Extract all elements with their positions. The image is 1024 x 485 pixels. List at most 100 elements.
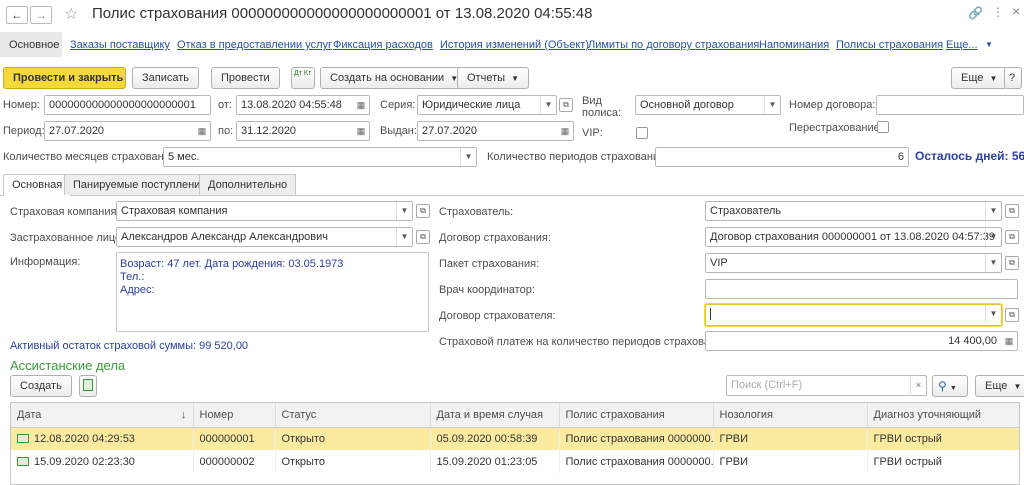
clear-icon[interactable]: ×	[910, 376, 926, 394]
chevron-down-icon[interactable]: ▼	[540, 96, 556, 114]
nav-main-label[interactable]: Основное	[9, 39, 59, 51]
from-date-field[interactable]: 13.08.2020 04:55:48 ▦	[236, 95, 370, 115]
open-icon[interactable]: ⧉	[416, 204, 430, 218]
calculator-icon[interactable]: ▦	[1001, 332, 1017, 350]
tab-main[interactable]: Основная	[3, 174, 72, 196]
vip-checkbox[interactable]	[636, 127, 648, 139]
table-row[interactable]: 15.09.2020 02:23:30 000000002 Открыто 15…	[11, 450, 1019, 473]
create-button[interactable]: Создать	[10, 375, 72, 397]
reports-button[interactable]: Отчеты ▼	[457, 67, 530, 89]
create-based-button[interactable]: Создать на основании ▼	[320, 67, 469, 89]
column-header[interactable]: Статус	[275, 403, 431, 428]
more-button[interactable]: Еще ▼	[951, 67, 1008, 89]
months-field[interactable]: 5 мес. ▼	[163, 147, 477, 167]
back-button[interactable]: ←	[6, 6, 28, 24]
calendar-icon[interactable]: ▦	[353, 96, 369, 114]
months-value: 5 мес.	[168, 151, 200, 163]
document-icon	[83, 379, 93, 391]
table-cell: ГРВИ острый	[867, 450, 1019, 473]
contract-field[interactable]: Договор страхования 000000001 от 13.08.2…	[705, 227, 1002, 247]
more-icon[interactable]: ⋮	[992, 5, 1004, 19]
number-field[interactable]: 000000000000000000000001	[44, 95, 211, 115]
column-header[interactable]: Диагноз уточняющий	[867, 403, 1019, 428]
reinsurance-checkbox[interactable]	[877, 121, 889, 133]
calendar-icon[interactable]: ▦	[353, 122, 369, 140]
chevron-down-icon[interactable]: ▼	[985, 254, 1001, 272]
chevron-down-icon[interactable]: ▼	[985, 228, 1001, 246]
link-icon[interactable]: 🔗	[968, 6, 983, 20]
ph-contract-field[interactable]: ▼	[705, 304, 1002, 326]
nav-link-more[interactable]: Еще...	[946, 39, 978, 51]
help-button[interactable]: ?	[1004, 67, 1022, 89]
company-field[interactable]: Страховая компания ▼	[116, 201, 413, 221]
search-input[interactable]: Поиск (Ctrl+F) ×	[726, 375, 927, 396]
close-icon[interactable]: ×	[1012, 3, 1020, 19]
open-icon[interactable]: ⧉	[1005, 256, 1019, 270]
search-button[interactable]: ⚲ ▼	[932, 375, 968, 397]
table-cell: Полис страхования 0000000...	[559, 450, 714, 473]
save-button[interactable]: Записать	[132, 67, 200, 89]
chevron-down-icon[interactable]: ▼	[985, 305, 1001, 323]
open-icon[interactable]: ⧉	[1005, 308, 1019, 322]
contract-number-field[interactable]	[876, 95, 1024, 115]
star-icon[interactable]: ☆	[64, 4, 78, 24]
nav-link-history[interactable]: История изменений (Объект)	[440, 39, 589, 51]
period-end-field[interactable]: 31.12.2020 ▦	[236, 121, 370, 141]
nav-link-service-refusal[interactable]: Отказ в предоставлении услуг	[177, 39, 332, 51]
open-icon[interactable]: ⧉	[1005, 230, 1019, 244]
open-icon[interactable]: ⧉	[559, 98, 573, 112]
tab-additional[interactable]: Дополнительно	[199, 174, 297, 195]
table-row[interactable]: 12.08.2020 04:29:53 000000001 Открыто 05…	[11, 427, 1019, 450]
column-header[interactable]: Нозология	[713, 403, 868, 428]
assist-more-label: Еще	[985, 380, 1008, 392]
nav-link-reminders[interactable]: Напоминания	[759, 39, 829, 51]
column-header[interactable]: Номер	[193, 403, 276, 428]
insured-field[interactable]: Александров Александр Александрович ▼	[116, 227, 413, 247]
open-icon[interactable]: ⧉	[416, 230, 430, 244]
info-line: Тел.:	[120, 271, 145, 283]
column-header[interactable]: Дата ↓	[11, 403, 194, 428]
series-field[interactable]: Юридические лица ▼	[417, 95, 557, 115]
chevron-down-icon[interactable]: ▼	[985, 202, 1001, 220]
dtkt-button[interactable]: Дт Кт	[291, 67, 315, 89]
nav-link-expenses[interactable]: Фиксация расходов	[333, 39, 433, 51]
doctor-field[interactable]	[705, 279, 1018, 299]
period-start-field[interactable]: 27.07.2020 ▦	[44, 121, 211, 141]
post-and-close-button[interactable]: Провести и закрыть	[3, 67, 126, 89]
nav-link-policies[interactable]: Полисы страхования	[836, 39, 943, 51]
days-left: Осталось дней: 56	[915, 149, 1024, 163]
contract-number-label: Номер договора:	[789, 99, 876, 111]
assist-more-button[interactable]: Еще ▼	[975, 375, 1024, 397]
policyholder-field[interactable]: Страхователь ▼	[705, 201, 1002, 221]
table-cell: Открыто	[275, 427, 431, 450]
table-cell: 000000001	[193, 427, 276, 450]
periods-field[interactable]: 6	[655, 147, 909, 167]
table-header: Дата ↓ Номер Статус Дата и время случая …	[11, 403, 1019, 428]
chevron-down-icon[interactable]: ▼	[764, 96, 780, 114]
table-cell: ГРВИ	[713, 450, 868, 473]
tab-planned-income[interactable]: Панируемые поступления	[64, 174, 216, 195]
nav-link-supplier-orders[interactable]: Заказы поставщику	[70, 39, 170, 51]
nav-link-limits[interactable]: Лимиты по договору страхования	[588, 39, 759, 51]
assist-title: Ассистанские дела	[10, 358, 126, 373]
add-document-button[interactable]	[79, 375, 97, 397]
post-button[interactable]: Провести	[211, 67, 280, 89]
chevron-down-icon[interactable]: ▼	[460, 148, 476, 166]
company-label: Страховая компания:	[10, 206, 120, 218]
period-label: Период:	[3, 125, 45, 137]
open-icon[interactable]: ⧉	[1005, 204, 1019, 218]
payment-field[interactable]: 14 400,00 ▦	[705, 331, 1018, 351]
insured-label: Застрахованное лицо:	[10, 232, 125, 244]
table-cell: 000000002	[193, 450, 276, 473]
forward-button[interactable]: →	[30, 6, 52, 24]
package-field[interactable]: VIP ▼	[705, 253, 1002, 273]
calendar-icon[interactable]: ▦	[194, 122, 210, 140]
calendar-icon[interactable]: ▦	[557, 122, 573, 140]
column-header[interactable]: Дата и время случая	[430, 403, 560, 428]
chevron-down-icon[interactable]: ▼	[396, 228, 412, 246]
number-label: Номер:	[3, 99, 40, 111]
policy-type-field[interactable]: Основной договор ▼	[635, 95, 781, 115]
chevron-down-icon[interactable]: ▼	[396, 202, 412, 220]
issued-field[interactable]: 27.07.2020 ▦	[417, 121, 574, 141]
column-header[interactable]: Полис страхования	[559, 403, 714, 428]
